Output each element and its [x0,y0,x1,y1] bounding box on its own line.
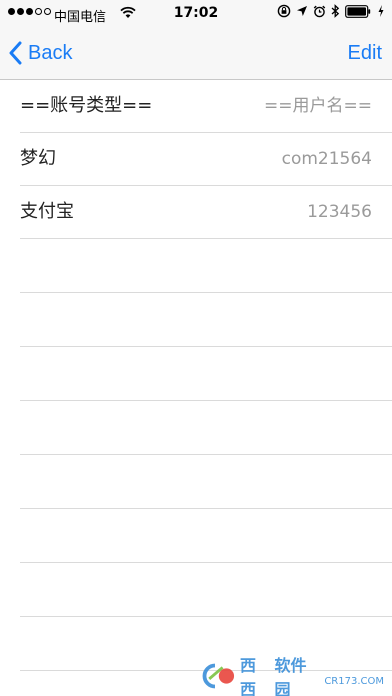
back-button[interactable]: Back [8,38,72,68]
empty-row [20,293,392,347]
account-type-cell: 支付宝 [20,201,74,222]
watermark-logo: 西西 软件园 CR173.COM [194,656,384,696]
username-cell: com21564 [281,149,372,169]
empty-row [20,455,392,509]
header-row: ==账号类型== ==用户名== [20,80,392,133]
empty-row [20,239,392,293]
charging-icon [378,5,384,17]
status-bar: 中国电信 17:02 [0,0,392,28]
edit-button[interactable]: Edit [348,38,382,68]
table-row[interactable]: 梦幻 com21564 [20,133,392,186]
location-icon [297,6,307,16]
battery-icon [345,4,371,18]
account-type-cell: 梦幻 [20,148,56,169]
username-cell: 123456 [307,202,372,222]
empty-row [20,509,392,563]
username-header: ==用户名== [264,96,372,116]
status-icons [277,4,384,18]
watermark-logo-text: 西西 [239,656,256,696]
alarm-icon [313,5,326,17]
chevron-left-icon [9,41,22,65]
account-type-header: ==账号类型== [20,95,153,116]
back-label: Back [28,41,73,64]
watermark-site: CR173.COM [324,675,384,687]
empty-row [20,563,392,617]
empty-row [20,347,392,401]
navigation-bar: Back Edit [0,28,392,79]
top-bar: 中国电信 17:02 Back Edit [0,0,392,80]
empty-row [20,401,392,455]
table-row[interactable]: 支付宝 123456 [20,186,392,239]
bluetooth-icon [331,4,340,18]
screen: 中国电信 17:02 Back Edit ==账号类型== ==用户名== 梦幻… [0,0,392,696]
rotation-lock-icon [277,4,291,18]
account-table: ==账号类型== ==用户名== 梦幻 com21564 支付宝 123456 [0,80,392,696]
watermark-name: 软件园 [274,656,307,696]
watermark-logo-icon [202,663,235,689]
